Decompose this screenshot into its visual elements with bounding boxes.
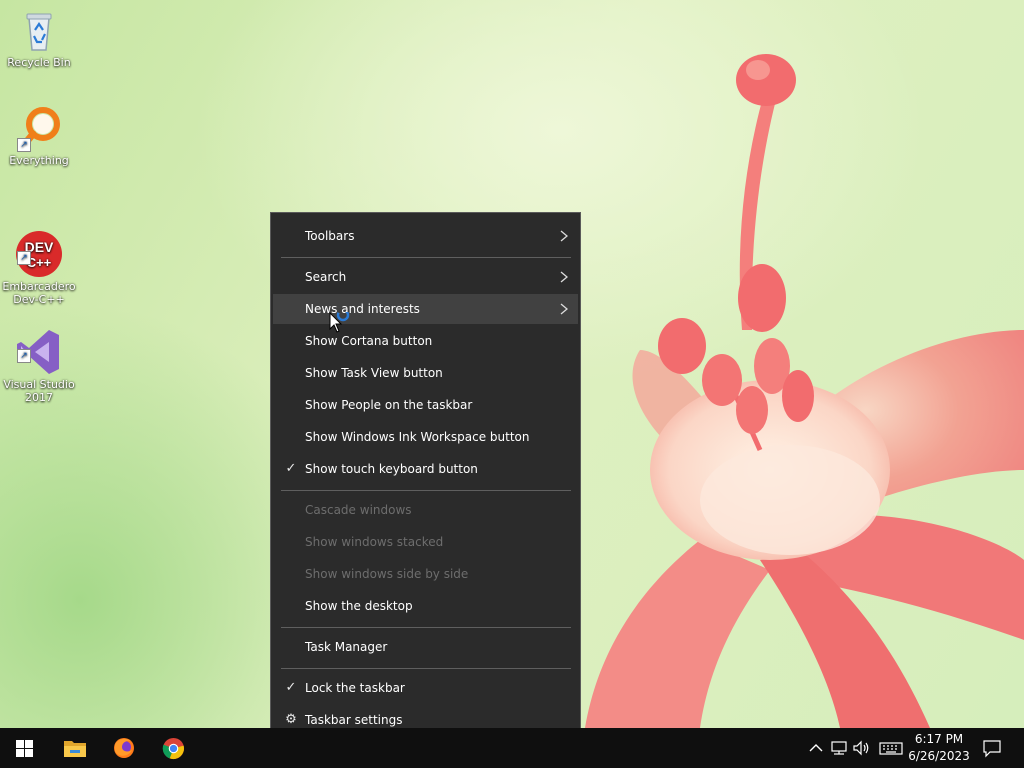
checkmark-icon: ✓	[285, 680, 297, 695]
menu-item-windows-stacked: Show windows stacked	[273, 527, 578, 557]
menu-separator	[281, 627, 571, 628]
menu-item-show-ink-workspace[interactable]: Show Windows Ink Workspace button	[273, 422, 578, 452]
keyboard-icon[interactable]	[879, 738, 903, 758]
recycle-bin-icon	[15, 6, 63, 54]
desktop-icon-everything[interactable]: ↗ Everything	[1, 104, 77, 167]
chevron-right-icon	[560, 303, 568, 315]
menu-item-show-desktop[interactable]: Show the desktop	[273, 591, 578, 621]
chrome-icon	[162, 737, 185, 760]
menu-item-label: Show touch keyboard button	[305, 462, 478, 476]
menu-item-label: News and interests	[305, 302, 420, 316]
menu-item-label: Taskbar settings	[305, 713, 403, 727]
menu-item-label: Show People on the taskbar	[305, 398, 473, 412]
menu-item-label: Task Manager	[305, 640, 388, 654]
desktop-icon-label: Everything	[9, 154, 69, 167]
taskbar-clock[interactable]: 6:17 PM 6/26/2023	[904, 731, 974, 765]
chevron-right-icon	[560, 271, 568, 283]
menu-item-cascade-windows: Cascade windows	[273, 495, 578, 525]
menu-item-label: Show windows side by side	[305, 567, 469, 581]
visual-studio-icon: ↗	[15, 315, 63, 374]
menu-item-show-task-view-button[interactable]: Show Task View button	[273, 358, 578, 388]
taskbar-file-explorer[interactable]	[50, 728, 98, 768]
desktop-icon-visual-studio[interactable]: ↗ Visual Studio 2017	[1, 302, 77, 417]
shortcut-arrow-icon: ↗	[17, 251, 31, 265]
menu-separator	[281, 668, 571, 669]
taskbar[interactable]: 6:17 PM 6/26/2023	[0, 728, 1024, 768]
menu-item-label: Cascade windows	[305, 503, 412, 517]
menu-item-toolbars[interactable]: Toolbars	[273, 221, 578, 251]
menu-item-search[interactable]: Search	[273, 262, 578, 292]
taskbar-firefox[interactable]	[100, 728, 148, 768]
menu-item-windows-side-by-side: Show windows side by side	[273, 559, 578, 589]
magnifier-icon: ↗	[15, 104, 63, 152]
menu-item-label: Show the desktop	[305, 599, 413, 613]
menu-item-task-manager[interactable]: Task Manager	[273, 632, 578, 662]
menu-item-label: Lock the taskbar	[305, 681, 405, 695]
windows-start-icon	[16, 740, 33, 757]
network-icon[interactable]	[829, 738, 849, 758]
menu-item-label: Toolbars	[305, 229, 355, 243]
clock-date: 6/26/2023	[908, 749, 970, 763]
start-button[interactable]	[0, 728, 48, 768]
checkmark-icon: ✓	[285, 461, 297, 476]
menu-item-news-and-interests[interactable]: News and interests	[273, 294, 578, 324]
chevron-up-icon[interactable]	[806, 738, 826, 758]
file-explorer-icon	[64, 741, 86, 757]
devcpp-icon: DEV C++ ↗	[15, 217, 63, 277]
menu-item-label: Show Task View button	[305, 366, 443, 380]
chevron-right-icon	[560, 230, 568, 242]
shortcut-arrow-icon: ↗	[17, 349, 31, 363]
menu-item-lock-taskbar[interactable]: ✓ Lock the taskbar	[273, 673, 578, 703]
menu-separator	[281, 490, 571, 491]
taskbar-chrome[interactable]	[150, 728, 198, 768]
menu-item-label: Show windows stacked	[305, 535, 444, 549]
menu-item-label: Show Windows Ink Workspace button	[305, 430, 530, 444]
mouse-cursor-icon	[329, 312, 350, 333]
desktop-icon-label: Recycle Bin	[7, 56, 71, 69]
menu-item-show-people[interactable]: Show People on the taskbar	[273, 390, 578, 420]
notification-icon[interactable]	[982, 738, 1002, 758]
volume-icon[interactable]	[852, 738, 872, 758]
clock-time: 6:17 PM	[914, 732, 964, 746]
firefox-icon	[114, 738, 134, 758]
menu-item-show-cortana-button[interactable]: Show Cortana button	[273, 326, 578, 356]
menu-separator	[281, 257, 571, 258]
menu-item-label: Search	[305, 270, 347, 284]
menu-item-show-touch-keyboard[interactable]: ✓ Show touch keyboard button	[273, 454, 578, 484]
desktop-icon-label: Visual Studio 2017	[3, 378, 75, 404]
shortcut-arrow-icon: ↗	[17, 138, 31, 152]
taskbar-context-menu: Toolbars Search News and interests Show …	[270, 212, 581, 744]
menu-item-label: Show Cortana button	[305, 334, 433, 348]
desktop-icon-recycle-bin[interactable]: Recycle Bin	[1, 6, 77, 69]
